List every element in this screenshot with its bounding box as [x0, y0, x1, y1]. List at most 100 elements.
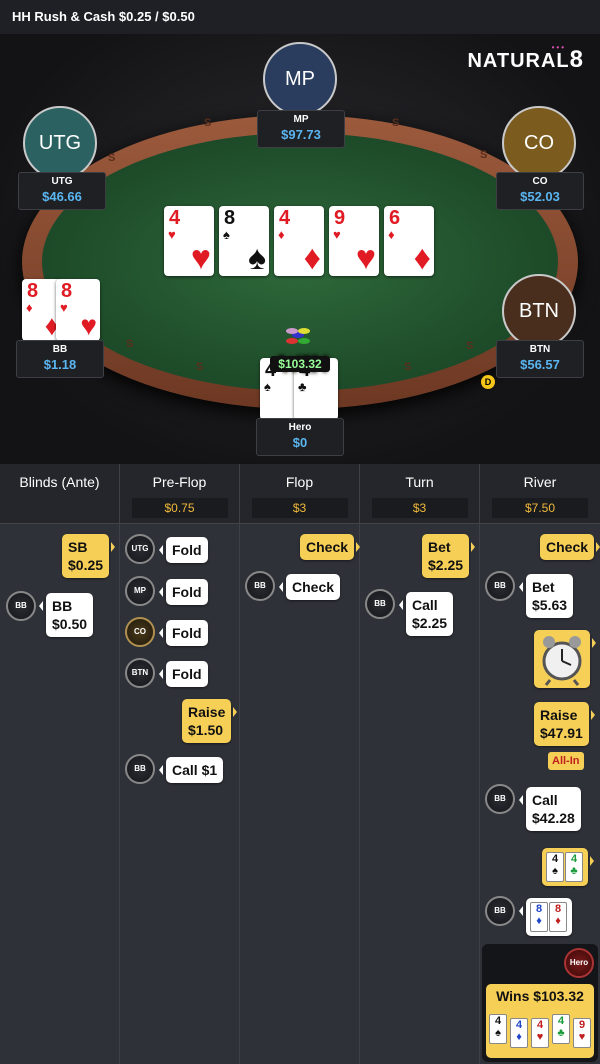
blinds-column: SB $0.25 BB BB $0.50	[0, 524, 120, 1064]
seat-stack: $97.73	[281, 127, 321, 142]
rail-letter: S	[404, 361, 412, 373]
btn-avatar: BTN	[125, 658, 155, 688]
seat-stack: $46.66	[42, 189, 82, 204]
seat-co[interactable]: CO	[502, 106, 576, 180]
seat-utg[interactable]: UTG	[23, 106, 97, 180]
co-action: Fold	[159, 620, 208, 646]
mini-card: 4 ♣	[552, 1014, 570, 1044]
preflop-column: UTG Fold MP Fold CO Fold BTN Fold Raise $…	[120, 524, 240, 1064]
rail-letter: S	[108, 152, 116, 164]
hero-river-raise: Raise $47.91	[534, 702, 595, 746]
hero-flop-action: Check	[300, 534, 361, 560]
rail-letter: S	[196, 361, 204, 373]
bb-avatar: BB	[485, 784, 515, 814]
street-river[interactable]: River $7.50	[480, 464, 600, 524]
seat-stack: $0	[292, 435, 308, 450]
street-preflop[interactable]: Pre-Flop $0.75	[120, 464, 240, 524]
seat-stack: $52.03	[520, 189, 560, 204]
turn-column: Bet $2.25 BB Call $2.25	[360, 524, 480, 1064]
seat-stack: $56.57	[520, 357, 560, 372]
bb-avatar: BB	[125, 754, 155, 784]
sb-action: SB $0.25	[62, 534, 116, 578]
seat-position: Hero	[288, 422, 312, 433]
hero-show-cards: 4 ♠ 4 ♣	[542, 848, 594, 886]
bb-avatar: BB	[485, 896, 515, 926]
board-card: 4 ♦ ♦	[274, 206, 324, 276]
bb-hole-card: 8 ♥ ♥	[56, 279, 100, 341]
seat-plate-btn: BTN $56.57	[496, 340, 584, 378]
poker-table-area: ••• NATURAL8 S S S S S S S S 4 ♥ ♥ 8 ♠ ♠ 4 ♦ ♦ …	[0, 34, 600, 464]
mini-card: 8 ♦	[549, 902, 567, 932]
mp-action: Fold	[159, 579, 208, 605]
mini-card: 4 ♠	[489, 1014, 507, 1044]
street-blinds[interactable]: Blinds (Ante)	[0, 464, 120, 524]
board-card: 6 ♦ ♦	[384, 206, 434, 276]
seat-plate-bb: BB $1.18	[16, 340, 104, 378]
hero-preflop-action: Raise $1.50	[182, 699, 238, 743]
street-pot: $3	[371, 498, 468, 518]
street-name: Blinds (Ante)	[19, 474, 100, 490]
natural8-logo: ••• NATURAL8	[467, 43, 584, 73]
rail-letter: S	[480, 149, 488, 161]
dealer-button: D	[481, 375, 495, 389]
all-in-badge: All-In	[548, 752, 584, 770]
bb-turn-action: Call $2.25	[398, 592, 454, 636]
co-avatar: CO	[125, 617, 155, 647]
street-pot: $3	[251, 498, 348, 518]
bb-action: BB $0.50	[38, 593, 94, 637]
seat-position: MP	[293, 114, 309, 125]
bb-river-bet: Bet $5.63	[518, 574, 574, 618]
seat-position: UTG	[51, 176, 73, 187]
street-pot: $0.75	[131, 498, 228, 518]
timebank-clock-icon	[534, 630, 596, 688]
street-pot: $7.50	[492, 498, 588, 518]
seat-stack: $1.18	[43, 357, 77, 372]
board-card: 8 ♠ ♠	[219, 206, 269, 276]
street-turn[interactable]: Turn $3	[360, 464, 480, 524]
rail-letter: S	[126, 338, 134, 350]
mini-card: 4 ♦	[510, 1018, 528, 1048]
utg-action: Fold	[159, 537, 208, 563]
rail-letter: S	[204, 117, 212, 129]
street-flop[interactable]: Flop $3	[240, 464, 360, 524]
bb-show-cards: 8 ♦ 8 ♦	[519, 898, 572, 936]
bb-avatar: BB	[245, 571, 275, 601]
rail-letter: S	[466, 340, 474, 352]
street-name: Flop	[285, 474, 314, 490]
seat-position: BTN	[529, 344, 551, 355]
street-name: Turn	[405, 474, 434, 490]
btn-action: Fold	[159, 661, 208, 687]
street-name: Pre-Flop	[152, 474, 207, 490]
seat-plate-co: CO $52.03	[496, 172, 584, 210]
window-title: HH Rush & Cash $0.25 / $0.50	[0, 0, 600, 34]
flop-column: Check BB Check	[240, 524, 361, 1064]
mini-card: 4 ♥	[531, 1018, 549, 1048]
bb-preflop-action: Call $1	[158, 757, 224, 783]
hero-avatar: Hero	[564, 948, 594, 978]
wins-amount: Wins $103.32	[496, 988, 584, 1004]
pot-amount: $103.32	[270, 356, 330, 372]
pot-chips-icon	[284, 326, 312, 346]
mini-card: 9 ♥	[573, 1018, 591, 1048]
bb-river-call: Call $42.28	[519, 787, 581, 831]
seat-position: BB	[52, 344, 68, 355]
seat-btn[interactable]: BTN	[502, 274, 576, 348]
mp-avatar: MP	[125, 576, 155, 606]
river-column: Check BB Bet $5.63 Raise $47.91 All-In BB …	[480, 524, 600, 1064]
bb-avatar: BB	[6, 591, 36, 621]
board-card: 9 ♥ ♥	[329, 206, 379, 276]
wins-box: Wins $103.32 4 ♠ 4 ♦ 4 ♥ 4 ♣ 9 ♥	[486, 984, 594, 1058]
bb-avatar: BB	[365, 589, 395, 619]
seat-plate-utg: UTG $46.66	[18, 172, 106, 210]
seat-plate-mp: MP $97.73	[257, 110, 345, 148]
winner-panel: Hero Wins $103.32 4 ♠ 4 ♦ 4 ♥ 4 ♣ 9 ♥	[482, 944, 598, 1062]
mini-card: 8 ♦	[530, 902, 548, 932]
bb-flop-action: Check	[278, 574, 341, 600]
hero-turn-action: Bet $2.25	[422, 534, 476, 578]
board-card: 4 ♥ ♥	[164, 206, 214, 276]
mini-card: 4 ♠	[546, 852, 564, 882]
hero-river-check: Check	[540, 534, 600, 560]
seat-mp[interactable]: MP	[263, 42, 337, 116]
street-name: River	[523, 474, 557, 490]
bb-avatar: BB	[485, 571, 515, 601]
